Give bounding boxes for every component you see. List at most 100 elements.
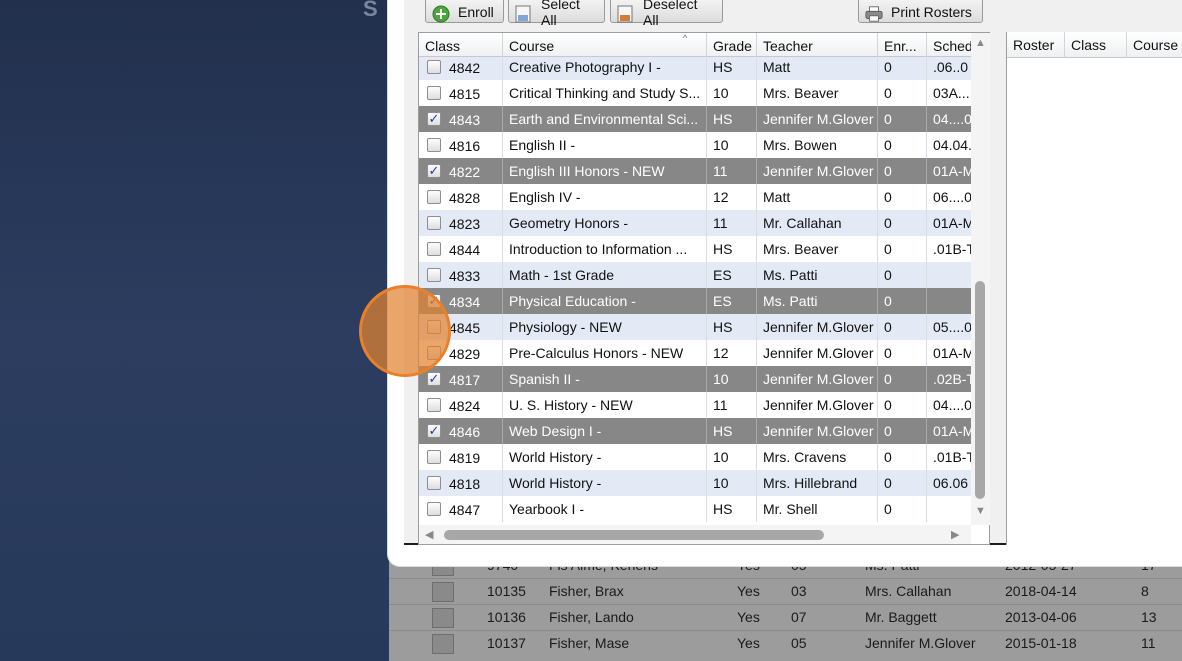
cell-teacher: Ms. Patti xyxy=(757,288,878,314)
cell-teacher: Jennifer M.Glover xyxy=(757,366,878,392)
table-row[interactable]: 4816 English II -10 Mrs. Bowen 0 04.04. xyxy=(419,132,971,158)
click-indicator xyxy=(359,285,451,377)
row-checkbox[interactable] xyxy=(427,60,441,74)
cell-schedule: 05....0 xyxy=(933,319,971,335)
row-checkbox[interactable]: ✓ xyxy=(427,112,441,126)
cell-enrolled: 0 xyxy=(878,340,927,366)
cell-teacher: Mrs. Cravens xyxy=(757,444,878,470)
background-cell-grade: 07 xyxy=(791,609,807,625)
column-header-grade[interactable]: Grade xyxy=(707,33,757,57)
table-row[interactable]: 4829 Pre-Calculus Honors - NEW 12 Jennifer … xyxy=(419,340,971,366)
table-row[interactable]: 4818 World History -10 Mrs. Hillebrand 0 06.… xyxy=(419,470,971,496)
table-row[interactable]: 4833 Math - 1st Grade ES Ms. Patti 0 xyxy=(419,262,971,288)
table-row[interactable]: ✓ 4843 Earth and Environmental Sci... HS Jen… xyxy=(419,106,971,132)
table-row[interactable]: 4815 Critical Thinking and Study S... 10 Mr… xyxy=(419,80,971,106)
row-checkbox[interactable]: ✓ xyxy=(427,372,441,386)
cell-enrolled: 0 xyxy=(878,288,927,314)
row-checkbox[interactable] xyxy=(427,190,441,204)
table-row[interactable]: ✓ 4846 Web Design I - HS Jennifer M.Glover 0 0… xyxy=(419,418,971,444)
class-number: 4828 xyxy=(449,190,481,206)
column-header-class[interactable]: Class xyxy=(419,33,503,57)
background-cell-grade: 03 xyxy=(791,583,807,599)
scroll-up-icon[interactable]: ▲ xyxy=(975,37,986,49)
table-row[interactable]: ✓ 4817 Spanish II -10 Jennifer M.Glover 0 .02… xyxy=(419,366,971,392)
cell-schedule: 01A-M xyxy=(933,215,971,231)
table-row[interactable]: 4842 Creative Photography I - HS Matt 0 .06..… xyxy=(419,57,971,80)
table-row[interactable]: 4823 Geometry Honors -11 Mr. Callahan 0 01A-… xyxy=(419,210,971,236)
row-checkbox[interactable] xyxy=(427,398,441,412)
cell-schedule: 04....0 xyxy=(933,397,971,413)
enroll-button[interactable]: Enroll xyxy=(425,0,504,23)
scroll-left-icon[interactable]: ◀ xyxy=(425,528,433,541)
row-checkbox[interactable] xyxy=(427,450,441,464)
cell-grade: 11 xyxy=(707,392,757,418)
table-row[interactable]: ✓ 4822 English III Honors - NEW 11 Jennifer … xyxy=(419,158,971,184)
print-rosters-button[interactable]: Print Rosters xyxy=(858,0,983,23)
cell-schedule: .02B-T xyxy=(933,371,971,387)
cell-enrolled: 0 xyxy=(878,392,927,418)
cell-class: ✓ 4817 xyxy=(419,366,503,392)
vertical-scrollbar[interactable]: ▲ ▼ xyxy=(971,33,990,525)
enroll-label: Enroll xyxy=(458,3,494,20)
table-row[interactable]: ✓4834Physical Education -ESMs. Patti0 xyxy=(419,288,971,314)
horizontal-scroll-thumb[interactable] xyxy=(444,530,824,540)
background-cell-teacher: Jennifer M.Glover xyxy=(865,635,976,651)
deselect-all-button[interactable]: Deselect All xyxy=(610,0,723,28)
column-header-roster[interactable]: Roster xyxy=(1007,32,1065,58)
table-row[interactable]: 4819 World History -10 Mrs. Cravens 0 .01B-T xyxy=(419,444,971,470)
cell-course: Introduction to Information ... xyxy=(503,236,707,262)
column-header-course[interactable]: Course ^ xyxy=(503,33,707,57)
background-cell-num: 13 xyxy=(1141,609,1157,625)
column-header-enrolled[interactable]: Enr... xyxy=(878,33,927,57)
row-checkbox[interactable] xyxy=(427,86,441,100)
column-header-teacher[interactable]: Teacher xyxy=(757,33,878,57)
print-rosters-label: Print Rosters xyxy=(891,3,972,20)
table-row[interactable]: 4844 Introduction to Information ... HS Mrs… xyxy=(419,236,971,262)
column-header-roster-class[interactable]: Class xyxy=(1065,32,1127,58)
cell-enrolled: 0 xyxy=(878,314,927,340)
cell-schedule: .06..0 xyxy=(933,59,969,75)
roster-table: Roster Class Course xyxy=(1006,32,1182,545)
cell-class: 4828 xyxy=(419,184,503,210)
cell-grade: HS xyxy=(707,418,757,444)
table-row[interactable]: 4824 U. S. History - NEW 11 Jennifer M.Glov… xyxy=(419,392,971,418)
cell-course: English II - xyxy=(503,132,707,158)
table-row[interactable]: 4847 Yearbook I - HS Mr. Shell 0 xyxy=(419,496,971,522)
row-checkbox[interactable]: ✓ xyxy=(427,164,441,178)
scroll-right-icon[interactable]: ▶ xyxy=(951,528,959,541)
cell-course: Yearbook I - xyxy=(503,496,707,522)
cell-teacher: Jennifer M.Glover xyxy=(757,314,878,340)
row-checkbox[interactable] xyxy=(427,216,441,230)
cell-class: 4819 xyxy=(419,444,503,470)
cell-enrolled: 0 xyxy=(878,158,927,184)
background-cell-id: 10137 xyxy=(487,635,526,651)
background-cell-date: 2018-04-14 xyxy=(1005,583,1077,599)
background-cell-teacher: Mr. Baggett xyxy=(865,609,937,625)
row-checkbox[interactable] xyxy=(427,242,441,256)
column-header-schedule[interactable]: Sched xyxy=(927,33,971,57)
table-row[interactable]: 4845 Physiology - NEW HS Jennifer M.Glover 0… xyxy=(419,314,971,340)
background-cell-name: Fisher, Mase xyxy=(549,635,630,651)
table-row[interactable]: 4828 English IV -12 Matt 0 06....0 xyxy=(419,184,971,210)
cell-grade: 10 xyxy=(707,80,757,106)
row-checkbox[interactable] xyxy=(427,138,441,152)
scroll-down-icon[interactable]: ▼ xyxy=(975,505,986,517)
cell-teacher: Jennifer M.Glover xyxy=(757,106,878,132)
column-header-roster-course[interactable]: Course xyxy=(1127,32,1182,58)
row-checkbox[interactable] xyxy=(427,502,441,516)
cell-enrolled: 0 xyxy=(878,496,927,522)
vertical-scroll-thumb[interactable] xyxy=(975,281,985,499)
row-checkbox[interactable] xyxy=(427,476,441,490)
deselect-all-icon xyxy=(617,5,635,23)
horizontal-scrollbar[interactable]: ◀ ▶ xyxy=(419,525,971,544)
select-all-label: Select All xyxy=(541,0,580,28)
class-number: 4844 xyxy=(449,242,481,258)
background-cell-id: 10135 xyxy=(487,583,526,599)
cell-class: ✓ 4822 xyxy=(419,158,503,184)
cell-schedule: 04....0 xyxy=(933,111,971,127)
select-all-button[interactable]: Select All xyxy=(508,0,605,28)
class-number: 4843 xyxy=(449,112,481,128)
row-checkbox[interactable] xyxy=(427,268,441,282)
cell-course: Math - 1st Grade xyxy=(503,262,707,288)
row-checkbox[interactable]: ✓ xyxy=(427,424,441,438)
